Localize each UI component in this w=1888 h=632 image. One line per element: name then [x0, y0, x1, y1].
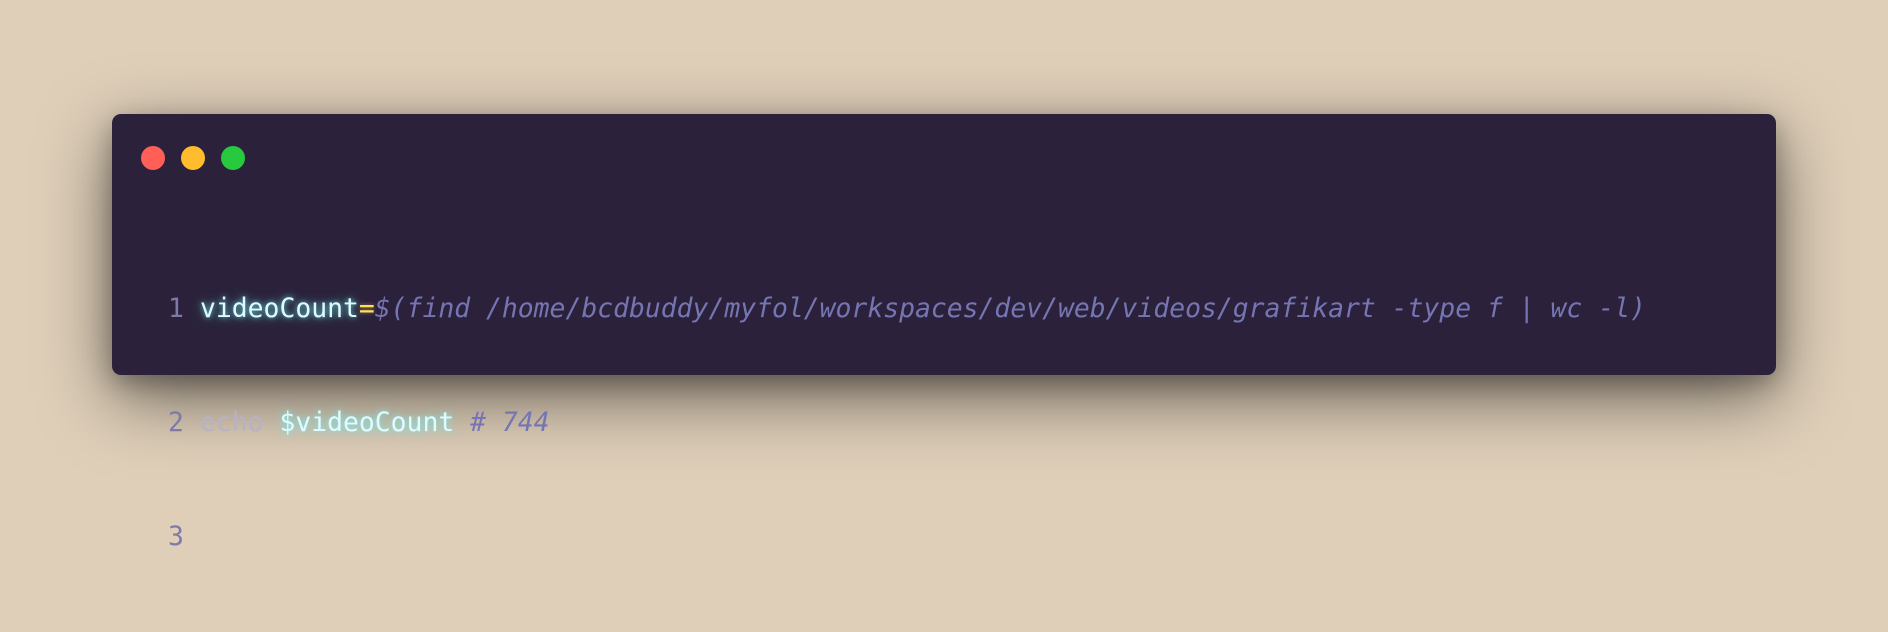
subshell-token: $(find /home/bcdbuddy/myfol/workspaces/d… [374, 293, 1646, 324]
variable-token: $videoCount [279, 407, 455, 438]
line-number: 1 [168, 293, 184, 324]
code-line-3: 3 [168, 518, 1752, 556]
code-line-2: 2 echo $videoCount # 744 [168, 404, 1752, 442]
line-number: 2 [168, 407, 184, 438]
code-block: 1 videoCount = $(find /home/bcdbuddy/myfol/… [168, 214, 1752, 632]
line-number: 3 [168, 521, 184, 552]
minimize-button-icon[interactable] [181, 146, 205, 170]
variable-token: videoCount [200, 293, 359, 324]
comment-token: # 744 [454, 407, 550, 438]
code-window: 1 videoCount = $(find /home/bcdbuddy/myfol/… [112, 114, 1776, 552]
operator-token: = [358, 293, 375, 324]
window-controls [141, 146, 245, 170]
close-button-icon[interactable] [141, 146, 165, 170]
code-line-1: 1 videoCount = $(find /home/bcdbuddy/myfol/… [168, 290, 1752, 328]
zoom-button-icon[interactable] [221, 146, 245, 170]
command-token: echo [200, 407, 280, 438]
